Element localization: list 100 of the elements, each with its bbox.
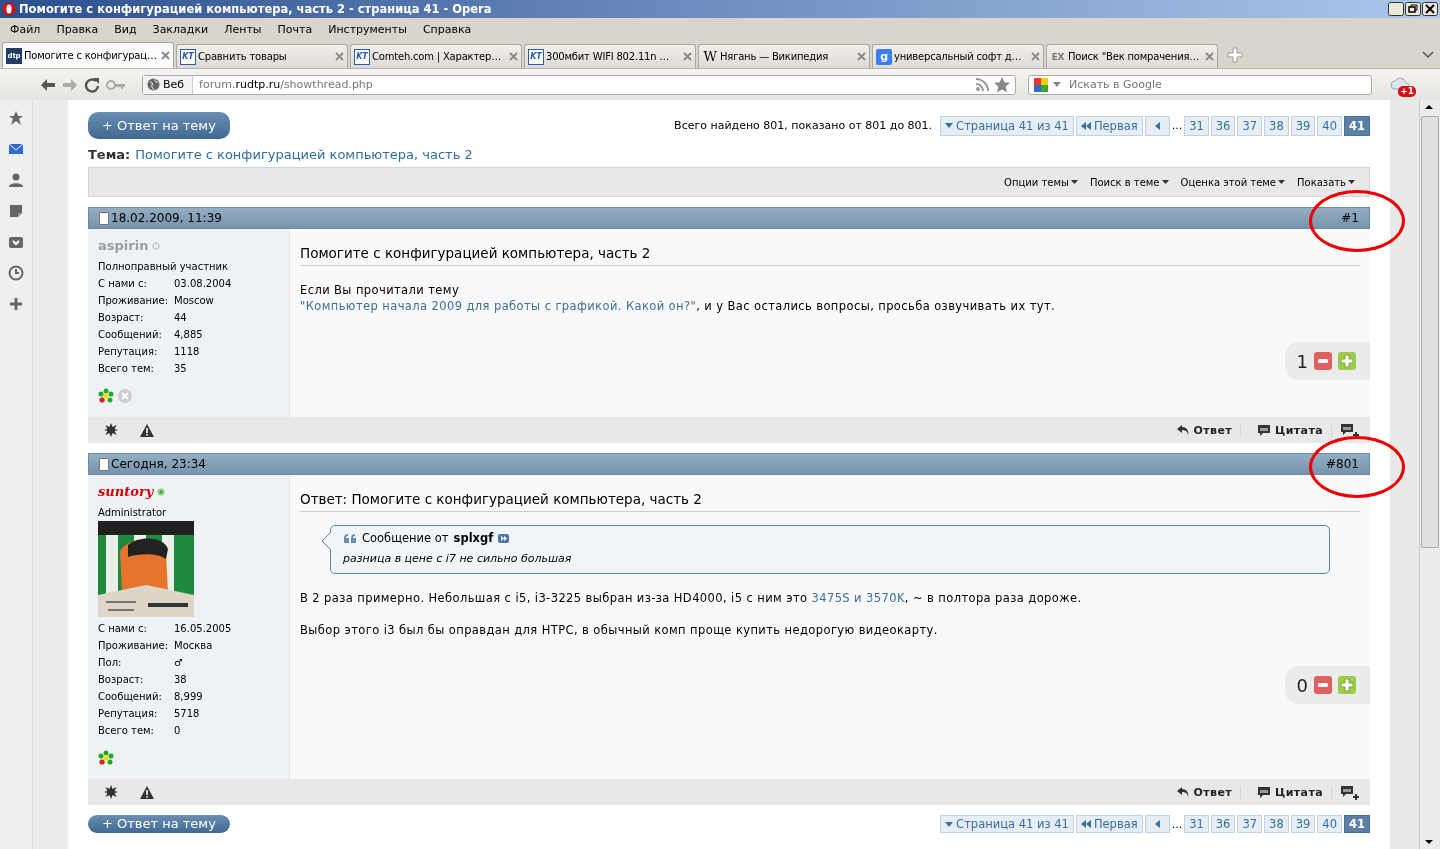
page-number[interactable]: 36: [1210, 815, 1236, 833]
reply-button[interactable]: Ответ: [1167, 423, 1242, 437]
warning-icon[interactable]: [140, 785, 154, 799]
menu-item[interactable]: Почта: [269, 22, 321, 36]
browser-tab[interactable]: g универсальный софт д…: [872, 44, 1044, 68]
page-number[interactable]: 41: [1344, 115, 1370, 136]
menu-item[interactable]: Вид: [106, 22, 145, 36]
bookmarks-star-icon[interactable]: [8, 110, 24, 126]
username[interactable]: suntory: [98, 484, 154, 499]
page-number[interactable]: 37: [1237, 815, 1263, 833]
star-burst-icon[interactable]: [104, 423, 118, 437]
menu-item[interactable]: Файл: [2, 22, 49, 36]
page-number[interactable]: 31: [1184, 815, 1209, 833]
close-icon[interactable]: [509, 52, 518, 61]
post-text: В 2 раза примерно. Небольшая с i5, i3-3225 выбран из-за HD4000, i5 с ним это 3475S и 3570K, ~ в полтора раза дороже.: [300, 590, 1083, 606]
minus-icon[interactable]: [1314, 352, 1332, 370]
page-number[interactable]: 38: [1264, 815, 1289, 833]
multi-quote-icon[interactable]: [1340, 422, 1360, 438]
warning-icon[interactable]: [140, 423, 154, 437]
caret-icon[interactable]: [1053, 82, 1061, 87]
browser-tab[interactable]: KT 300мбит WIFI 802.11n …: [524, 44, 696, 68]
menu-item[interactable]: Правка: [48, 22, 107, 36]
field-label: Репутация:: [98, 707, 159, 721]
scrollbar-thumb[interactable]: [1421, 116, 1439, 548]
close-icon[interactable]: [335, 52, 344, 61]
quote-button[interactable]: Цитата: [1249, 785, 1332, 799]
search-bar[interactable]: Искать в Google: [1028, 74, 1372, 95]
toolbar-menu[interactable]: Показать: [1297, 176, 1355, 188]
first-page-button[interactable]: Первая: [1075, 815, 1143, 833]
note-icon[interactable]: [8, 203, 24, 219]
link[interactable]: "Компьютер начала 2009 для работы с графикой. Какой он?": [300, 299, 697, 313]
close-icon[interactable]: [683, 52, 692, 61]
address-field[interactable]: Веб forum.rudtp.ru/showthread.php: [142, 74, 1016, 95]
previous-page-button[interactable]: [1144, 815, 1170, 833]
post-number[interactable]: #801: [1326, 457, 1359, 471]
page-number[interactable]: 31: [1184, 115, 1209, 136]
google-icon[interactable]: [1033, 76, 1049, 93]
thread-title-link[interactable]: Помогите с конфигурацией компьютера, часть 2: [135, 147, 473, 162]
person-icon[interactable]: [8, 172, 24, 188]
add-panel-icon[interactable]: [8, 296, 24, 312]
rss-icon[interactable]: [975, 77, 989, 92]
multi-quote-icon[interactable]: [1340, 784, 1360, 800]
icq-flower-icon[interactable]: [98, 750, 114, 766]
page-number[interactable]: 38: [1264, 115, 1289, 136]
page-jump-button[interactable]: Страница 41 из 41: [940, 815, 1074, 833]
menu-item[interactable]: Закладки: [144, 22, 217, 36]
rating-value: 1: [1296, 350, 1308, 372]
close-icon[interactable]: [161, 51, 170, 60]
page-number[interactable]: 36: [1210, 115, 1236, 136]
quote-author[interactable]: splxgf: [453, 531, 494, 545]
reload-icon[interactable]: [84, 76, 100, 93]
page-number[interactable]: 37: [1237, 115, 1263, 136]
toolbar-menu[interactable]: Поиск в теме: [1089, 176, 1169, 188]
back-icon[interactable]: [40, 77, 56, 92]
page-number[interactable]: 41: [1344, 815, 1370, 833]
restore-button[interactable]: [1405, 2, 1421, 16]
quote-bubble-icon: [1257, 785, 1272, 799]
close-icon[interactable]: [857, 52, 866, 61]
history-clock-icon[interactable]: [8, 265, 24, 281]
link[interactable]: 3475S и 3570K: [811, 591, 905, 605]
page-jump-button[interactable]: Страница 41 из 41: [940, 115, 1074, 136]
view-post-icon[interactable]: [498, 533, 510, 543]
favicon: EX: [1050, 50, 1066, 64]
close-icon[interactable]: [1205, 52, 1214, 61]
page-number[interactable]: 39: [1290, 115, 1316, 136]
search-input[interactable]: Искать в Google: [1067, 77, 1371, 92]
reply-to-thread-button[interactable]: + Ответ на тему: [88, 112, 230, 139]
page-number[interactable]: 40: [1317, 115, 1342, 136]
field-label: Сообщений:: [98, 328, 163, 342]
field-label: Возраст:: [98, 311, 145, 325]
browser-tab[interactable]: EX Поиск "Век помрачения…: [1046, 44, 1218, 68]
minus-icon[interactable]: [1314, 676, 1332, 694]
reply-button[interactable]: Ответ: [1167, 785, 1242, 799]
previous-page-button[interactable]: [1144, 115, 1170, 136]
field-label: Всего тем:: [98, 362, 155, 376]
browser-tab[interactable]: W Нягань — Википедия: [698, 44, 870, 68]
reply-to-thread-button[interactable]: + Ответ на тему: [88, 815, 230, 833]
menu-item[interactable]: Ленты: [216, 22, 270, 36]
mail-icon[interactable]: [8, 141, 24, 157]
icq-flower-icon[interactable]: [98, 388, 114, 404]
post-number[interactable]: #1: [1341, 211, 1359, 225]
toolbar-menu[interactable]: Оценка этой теме: [1180, 176, 1285, 188]
field-value: 4,885: [174, 328, 204, 342]
menu-item[interactable]: Справка: [414, 22, 480, 36]
quote-button[interactable]: Цитата: [1249, 423, 1332, 437]
page-number[interactable]: 39: [1290, 815, 1316, 833]
browser-tab[interactable]: KT Сравнить товары: [176, 44, 348, 68]
toolbar-menu[interactable]: Опции темы: [1004, 176, 1078, 188]
browser-tab[interactable]: KT Comteh.com | Характер…: [350, 44, 522, 68]
page-number[interactable]: 40: [1317, 815, 1342, 833]
first-page-button[interactable]: Первая: [1075, 115, 1143, 136]
star-burst-icon[interactable]: [104, 785, 118, 799]
download-icon[interactable]: [8, 234, 24, 250]
close-button[interactable]: [1422, 2, 1438, 16]
minimize-button[interactable]: [1388, 2, 1404, 16]
menu-item[interactable]: Инструменты: [320, 22, 415, 36]
close-icon[interactable]: [1031, 52, 1040, 61]
window-title: Помогите с конфигурацией компьютера, часть 2 - страница 41 - Opera: [19, 2, 493, 16]
dropdown-icon[interactable]: [1422, 51, 1434, 59]
star-icon[interactable]: [993, 76, 1011, 93]
